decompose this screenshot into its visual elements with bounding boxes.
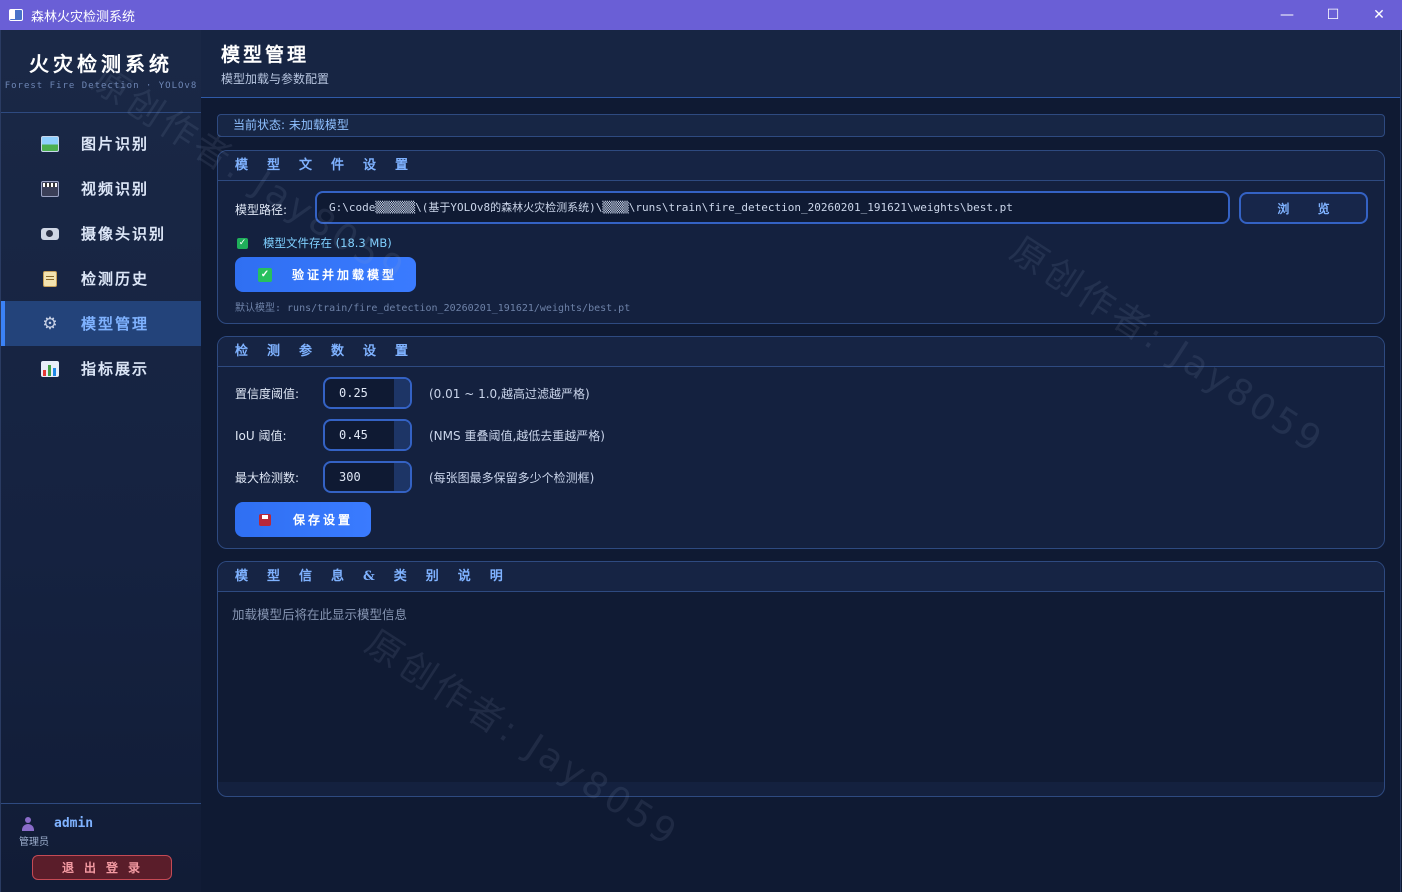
- max-det-spinbox[interactable]: 300: [323, 461, 412, 493]
- camera-icon: [41, 227, 59, 240]
- maximize-button[interactable]: ☐: [1310, 0, 1356, 30]
- sidebar-item-label: 检测历史: [81, 270, 150, 288]
- model-exists-row: ✓ 模型文件存在 (18.3 MB): [237, 235, 392, 251]
- sidebar-nav: 图片识别 视频识别 摄像头识别 检测历史 ⚙ 模型管理 指标展示: [1, 121, 201, 391]
- model-status-bar: 当前状态: 未加载模型: [217, 114, 1385, 137]
- close-button[interactable]: ✕: [1356, 0, 1402, 30]
- browse-button[interactable]: 浏 览: [1239, 192, 1368, 224]
- page-title: 模型管理: [221, 44, 310, 66]
- page-header: 模型管理 模型加载与参数配置: [201, 30, 1400, 98]
- max-det-hint: (每张图最多保留多少个检测框): [429, 470, 595, 485]
- model-info-placeholder: 加载模型后将在此显示模型信息: [232, 607, 408, 622]
- sidebar-item-video-detection[interactable]: 视频识别: [1, 166, 201, 211]
- max-det-stepper-arrows[interactable]: [394, 463, 410, 491]
- sidebar-item-label: 模型管理: [81, 315, 150, 333]
- iou-row: IoU 阈值: 0.45 (NMS 重叠阈值,越低去重越严格): [235, 419, 605, 451]
- confidence-row: 置信度阈值: 0.25 (0.01 ~ 1.0,越高过滤越严格): [235, 377, 590, 409]
- iou-hint: (NMS 重叠阈值,越低去重越严格): [429, 428, 605, 443]
- confidence-label: 置信度阈值:: [235, 386, 300, 401]
- model-info-card: 模型信息&类别说明 加载模型后将在此显示模型信息: [217, 561, 1385, 797]
- video-clapper-icon: [41, 180, 59, 197]
- sidebar: 火灾检测系统 Forest Fire Detection · YOLOv8 图片…: [0, 30, 201, 892]
- section-title-model-info: 模型信息&类别说明: [218, 562, 1384, 592]
- window-controls: — ☐ ✕: [1264, 0, 1402, 30]
- model-info-text-area[interactable]: 加载模型后将在此显示模型信息: [218, 592, 1384, 782]
- user-role: 管理员: [19, 837, 49, 848]
- max-det-row: 最大检测数: 300 (每张图最多保留多少个检测框): [235, 461, 594, 493]
- confidence-spinbox[interactable]: 0.25: [323, 377, 412, 409]
- default-model-text: 默认模型: runs/train/fire_detection_20260201…: [235, 303, 631, 314]
- check-icon: ✓: [237, 237, 248, 249]
- verify-load-model-label: 验证并加载模型: [292, 268, 398, 282]
- app-window-icon: [9, 9, 23, 21]
- verify-load-model-button[interactable]: ✓ 验证并加载模型: [235, 257, 416, 292]
- sidebar-item-image-detection[interactable]: 图片识别: [1, 121, 201, 166]
- confidence-stepper-arrows[interactable]: [394, 379, 410, 407]
- model-path-label: 模型路径:: [235, 203, 288, 217]
- floppy-disk-icon: [259, 513, 271, 526]
- user-icon: [21, 816, 35, 831]
- sidebar-item-detection-history[interactable]: 检测历史: [1, 256, 201, 301]
- save-settings-label: 保存设置: [293, 513, 354, 527]
- user-panel: admin 管理员 退出登录: [1, 803, 201, 892]
- detect-params-card: 检测参数设置 置信度阈值: 0.25 (0.01 ~ 1.0,越高过滤越严格) …: [217, 336, 1385, 549]
- logout-button[interactable]: 退出登录: [32, 855, 172, 880]
- confidence-hint: (0.01 ~ 1.0,越高过滤越严格): [429, 386, 590, 401]
- model-path-input[interactable]: G:\code▒▒▒▒▒▒\(基于YOLOv8的森林火灾检测系统)\▒▒▒▒\r…: [315, 191, 1230, 224]
- gear-icon: ⚙: [42, 313, 58, 334]
- sidebar-item-metrics[interactable]: 指标展示: [1, 346, 201, 391]
- user-name: admin: [54, 816, 94, 831]
- sidebar-item-label: 图片识别: [81, 135, 150, 153]
- user-row: admin: [21, 816, 201, 831]
- history-icon: [43, 270, 57, 287]
- iou-stepper-arrows[interactable]: [394, 421, 410, 449]
- bar-chart-icon: [41, 360, 59, 377]
- minimize-button[interactable]: —: [1264, 0, 1310, 30]
- brand-title: 火灾检测系统: [29, 52, 173, 76]
- sidebar-item-camera-detection[interactable]: 摄像头识别: [1, 211, 201, 256]
- main-content: 模型管理 模型加载与参数配置 当前状态: 未加载模型 模型文件设置 模型路径: …: [201, 30, 1401, 892]
- iou-label: IoU 阈值:: [235, 428, 287, 443]
- model-file-card: 模型文件设置 模型路径: G:\code▒▒▒▒▒▒\(基于YOLOv8的森林火…: [217, 150, 1385, 324]
- brand: 火灾检测系统 Forest Fire Detection · YOLOv8: [1, 30, 201, 113]
- sidebar-item-label: 指标展示: [81, 360, 150, 378]
- sidebar-item-label: 摄像头识别: [81, 225, 167, 243]
- checkmark-icon: ✓: [258, 267, 272, 282]
- save-settings-button[interactable]: 保存设置: [235, 502, 371, 537]
- max-det-label: 最大检测数:: [235, 470, 300, 485]
- window-title: 森林火灾检测系统: [31, 9, 136, 25]
- sidebar-item-label: 视频识别: [81, 180, 150, 198]
- picture-icon: [41, 135, 59, 152]
- window-titlebar: 森林火灾检测系统 — ☐ ✕: [0, 0, 1402, 30]
- page-subtitle: 模型加载与参数配置: [221, 72, 330, 86]
- section-title-model-file: 模型文件设置: [218, 151, 1384, 181]
- brand-subtitle: Forest Fire Detection · YOLOv8: [4, 81, 198, 91]
- path-label-row: 模型路径:: [235, 201, 287, 218]
- model-exists-text: 模型文件存在 (18.3 MB): [263, 236, 392, 250]
- iou-spinbox[interactable]: 0.45: [323, 419, 412, 451]
- section-title-detect-params: 检测参数设置: [218, 337, 1384, 367]
- sidebar-item-model-management[interactable]: ⚙ 模型管理: [1, 301, 201, 346]
